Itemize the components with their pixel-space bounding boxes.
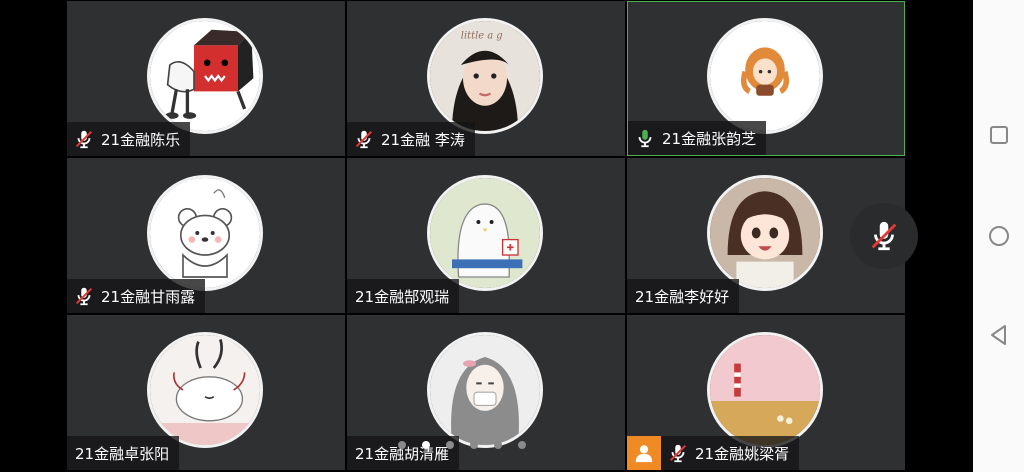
- avatar: [147, 332, 263, 448]
- video-grid: 21金融陈乐 little a g 21金融 李涛 21金融张韵芝 21金融甘雨…: [0, 0, 973, 472]
- page-dot-active[interactable]: [422, 441, 430, 449]
- participant-name-tag: 21金融李好好: [627, 279, 740, 313]
- participant-tile-2[interactable]: little a g 21金融 李涛: [347, 1, 625, 156]
- participant-name: 21金融李好好: [635, 287, 730, 306]
- participant-name: 21金融张韵芝: [662, 129, 757, 148]
- avatar: little a g: [427, 18, 543, 134]
- avatar-overlay-text: little a g: [461, 31, 503, 42]
- participant-name: 21金融 李涛: [381, 130, 465, 149]
- participant-name-tag: 21金融郜观瑞: [347, 279, 460, 313]
- participant-name: 21金融陈乐: [101, 130, 181, 149]
- page-dot[interactable]: [398, 441, 406, 449]
- mic-muted-icon: [667, 442, 689, 464]
- participant-name-tag: 21金融姚梁胥: [661, 436, 800, 470]
- page-dot[interactable]: [518, 441, 526, 449]
- triangle-back-icon: [991, 325, 1006, 345]
- avatar: [147, 18, 263, 134]
- participant-name-tag: 21金融 李涛: [347, 122, 475, 156]
- system-navigation-bar: [973, 0, 1024, 472]
- avatar: [147, 175, 263, 291]
- avatar: [707, 175, 823, 291]
- circle-icon: [989, 226, 1009, 246]
- participant-tile-7[interactable]: 21金融卓张阳: [67, 315, 345, 470]
- participant-name-tag: 21金融卓张阳: [67, 436, 180, 470]
- participant-name-tag: 21金融张韵芝: [628, 121, 767, 155]
- square-icon: [990, 126, 1008, 144]
- participant-name-tag: 21金融陈乐: [67, 122, 191, 156]
- mic-active-icon: [634, 127, 656, 149]
- participant-tile-4[interactable]: 21金融甘雨露: [67, 158, 345, 313]
- participant-name: 21金融甘雨露: [101, 287, 196, 306]
- participant-tile-3[interactable]: 21金融张韵芝: [627, 1, 905, 156]
- participant-tile-5[interactable]: 21金融郜观瑞: [347, 158, 625, 313]
- participant-tile-1[interactable]: 21金融陈乐: [67, 1, 345, 156]
- page-dot[interactable]: [446, 441, 454, 449]
- avatar: [707, 332, 823, 448]
- recent-apps-button[interactable]: [987, 123, 1011, 147]
- user-icon: [627, 436, 661, 470]
- participant-name: 21金融卓张阳: [75, 444, 170, 463]
- participant-name-tag: 21金融甘雨露: [67, 279, 206, 313]
- participant-tile-9[interactable]: 21金融姚梁胥: [627, 315, 905, 470]
- page-dot[interactable]: [470, 441, 478, 449]
- mic-muted-icon: [353, 128, 375, 150]
- mute-toggle-button[interactable]: [850, 203, 918, 269]
- participant-name: 21金融姚梁胥: [695, 444, 790, 463]
- avatar: [427, 332, 543, 448]
- home-button[interactable]: [987, 224, 1011, 248]
- participant-name: 21金融郜观瑞: [355, 287, 450, 306]
- page-indicator[interactable]: [398, 441, 526, 449]
- avatar: [707, 18, 823, 134]
- mic-muted-icon: [73, 285, 95, 307]
- page-dot[interactable]: [494, 441, 502, 449]
- mic-muted-icon: [73, 128, 95, 150]
- mic-muted-icon: [871, 221, 897, 251]
- back-button[interactable]: [987, 323, 1011, 347]
- avatar: [427, 175, 543, 291]
